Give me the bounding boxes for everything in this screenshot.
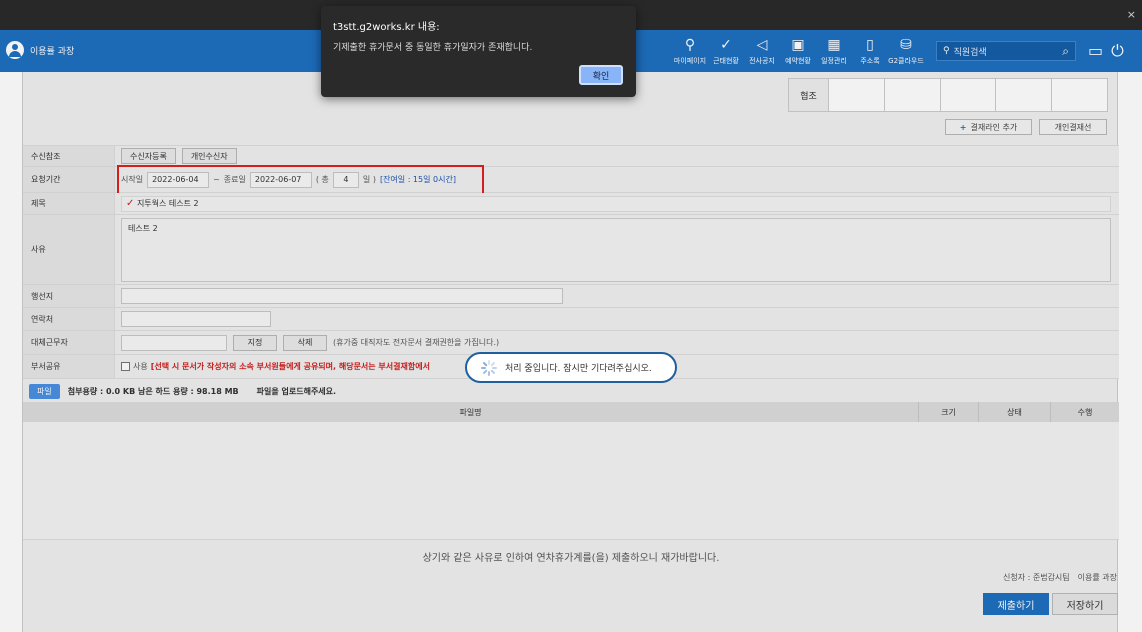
alert-ok-button[interactable]: 확인 [579, 65, 623, 85]
alert-dialog: t3stt.g2works.kr 내용: 기제출한 휴가문서 중 동일한 휴가일… [321, 6, 636, 97]
loading-indicator: 처리 중입니다. 잠시만 기다려주십시오. [465, 352, 677, 383]
spinner-icon [481, 359, 497, 376]
page: × 이용률 과장 ⚲ 마이페이지 ✓ 근태현황 ◁ 전사공지 ▣ 예약현황 ▦ 일정관리 ▯ 주소록 ⛁… [0, 0, 1142, 632]
alert-title: t3stt.g2works.kr 내용: [333, 22, 440, 33]
alert-message: 기제출한 휴가문서 중 동일한 휴가일자가 존재합니다. [333, 43, 533, 53]
loading-message: 처리 중입니다. 잠시만 기다려주십시오. [505, 364, 652, 374]
